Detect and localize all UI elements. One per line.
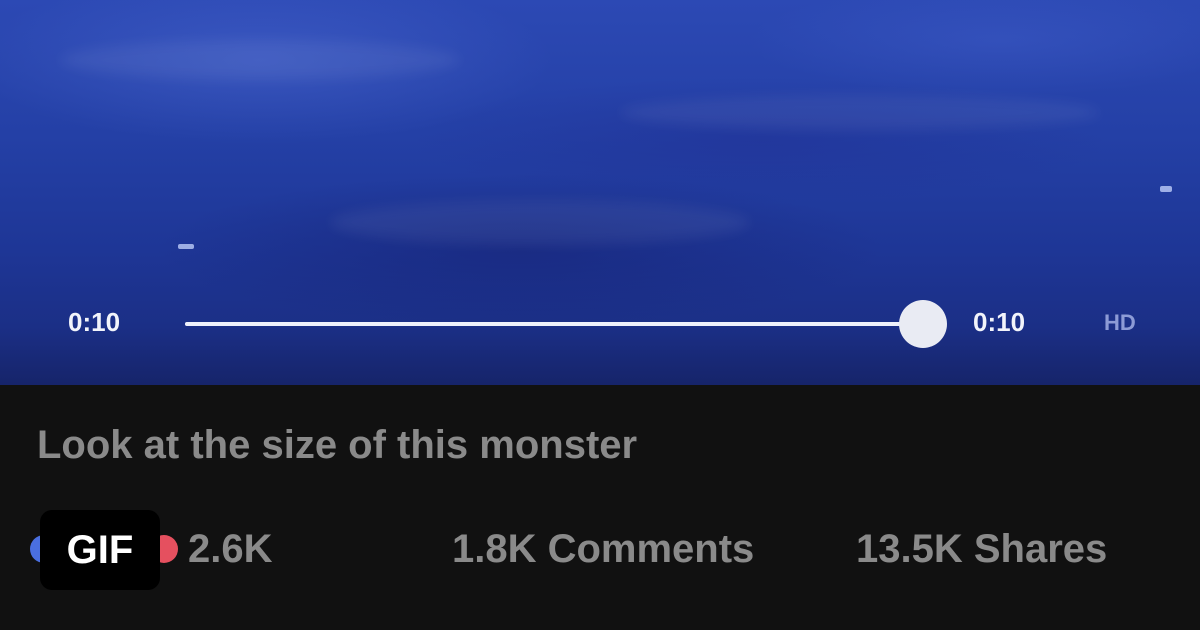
seek-bar[interactable] (185, 300, 947, 348)
current-time: 0:10 (68, 307, 121, 337)
gif-badge: GIF (40, 510, 160, 590)
shares-count[interactable]: 13.5K Shares (856, 523, 1107, 575)
duration-time: 0:10 (973, 307, 1026, 337)
comments-count[interactable]: 1.8K Comments (452, 523, 754, 575)
reactions-count[interactable]: 2.6K (188, 523, 273, 575)
engagement-stats: 2.6K 1.8K Comments 13.5K Shares (0, 523, 1200, 575)
seek-bar-thumb[interactable] (898, 300, 947, 348)
post-caption: Look at the size of this monster (37, 423, 638, 467)
video-frame[interactable]: 0:10 0:10 HD (0, 0, 1200, 385)
post-details: Look at the size of this monster 2.6K 1.… (0, 385, 1200, 630)
hd-quality-button[interactable]: HD (1104, 310, 1136, 336)
seek-bar-progress (185, 322, 923, 326)
playback-controls: 0:10 0:10 HD (0, 290, 1200, 360)
cloud-streak (620, 95, 1100, 130)
light-speck (178, 244, 194, 249)
cloud-streak (60, 40, 460, 80)
cloud-streak (330, 200, 750, 245)
light-speck (1160, 186, 1172, 192)
